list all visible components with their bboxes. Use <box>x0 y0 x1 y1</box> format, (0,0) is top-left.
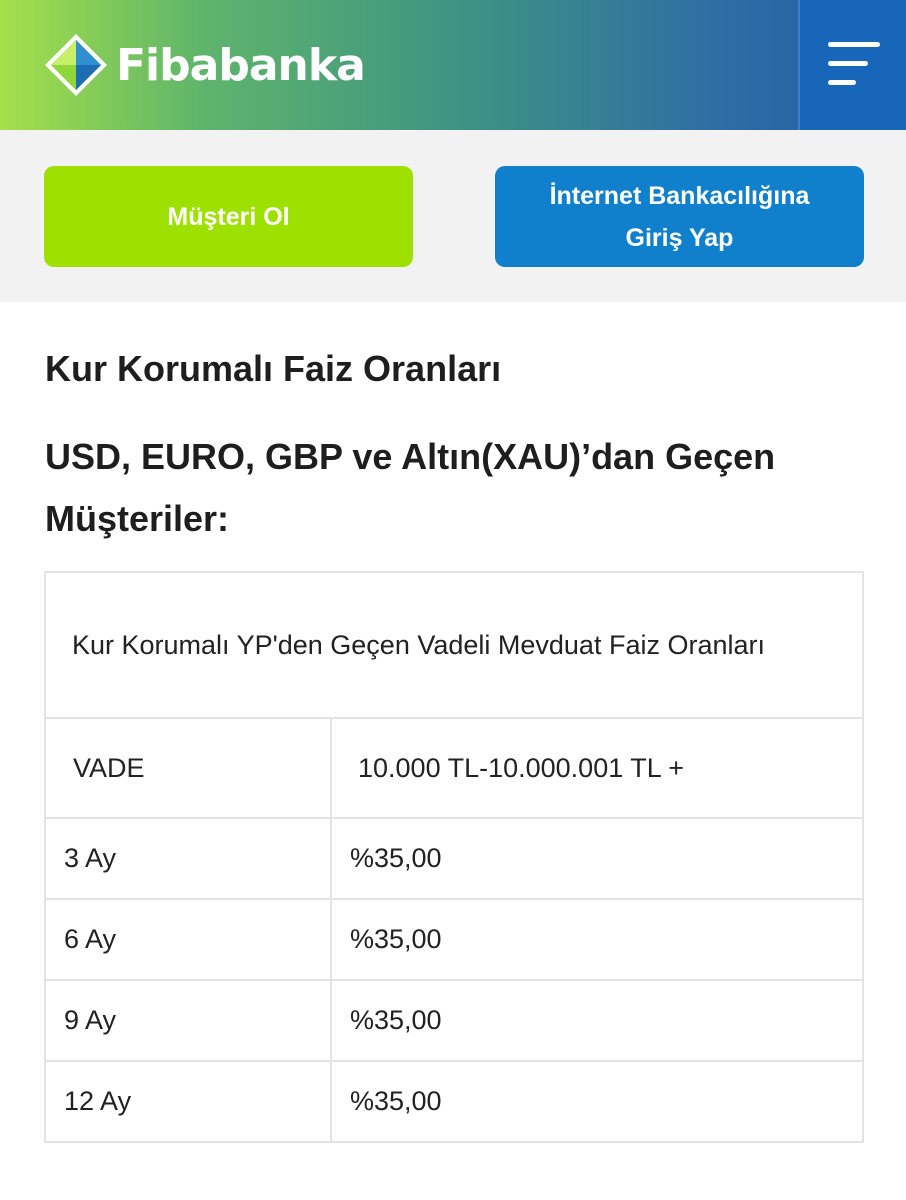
brand-name: Fibabanka <box>116 39 366 91</box>
interest-rate-table: Kur Korumalı YP'den Geçen Vadeli Mevduat… <box>44 571 864 1143</box>
menu-button[interactable] <box>798 0 906 130</box>
column-header-term: VADE <box>44 717 332 819</box>
term-cell: 3 Ay <box>44 817 332 900</box>
section-subtitle: USD, EURO, GBP ve Altın(XAU)’dan Geçen M… <box>45 436 776 539</box>
table-row: 3 Ay %35,00 <box>44 817 864 900</box>
internet-banking-login-button[interactable]: İnternet Bankacılığına Giriş Yap <box>495 166 864 267</box>
rate-cell: %35,00 <box>330 1060 864 1143</box>
become-customer-button[interactable]: Müşteri Ol <box>44 166 413 267</box>
internet-banking-login-label: İnternet Bankacılığına Giriş Yap <box>549 181 810 252</box>
table-row: 6 Ay %35,00 <box>44 898 864 981</box>
page-title: Kur Korumalı Faiz Oranları <box>45 348 502 389</box>
action-bar: Müşteri Ol İnternet Bankacılığına Giriş … <box>0 130 906 302</box>
rate-cell: %35,00 <box>330 898 864 981</box>
hamburger-menu-icon <box>828 42 880 86</box>
brand-logo[interactable]: Fibabanka <box>44 32 366 98</box>
fibabanka-diamond-logo-icon <box>45 34 107 96</box>
term-cell: 6 Ay <box>44 898 332 981</box>
rate-cell: %35,00 <box>330 979 864 1062</box>
rate-cell: %35,00 <box>330 817 864 900</box>
term-cell: 12 Ay <box>44 1060 332 1143</box>
table-row: 9 Ay %35,00 <box>44 979 864 1062</box>
term-cell: 9 Ay <box>44 979 332 1062</box>
table-row: 12 Ay %35,00 <box>44 1060 864 1143</box>
column-header-amount: 10.000 TL-10.000.001 TL + <box>330 717 864 819</box>
become-customer-label: Müşteri Ol <box>167 202 290 231</box>
top-header: Fibabanka <box>0 0 906 130</box>
table-caption: Kur Korumalı YP'den Geçen Vadeli Mevduat… <box>44 571 864 719</box>
